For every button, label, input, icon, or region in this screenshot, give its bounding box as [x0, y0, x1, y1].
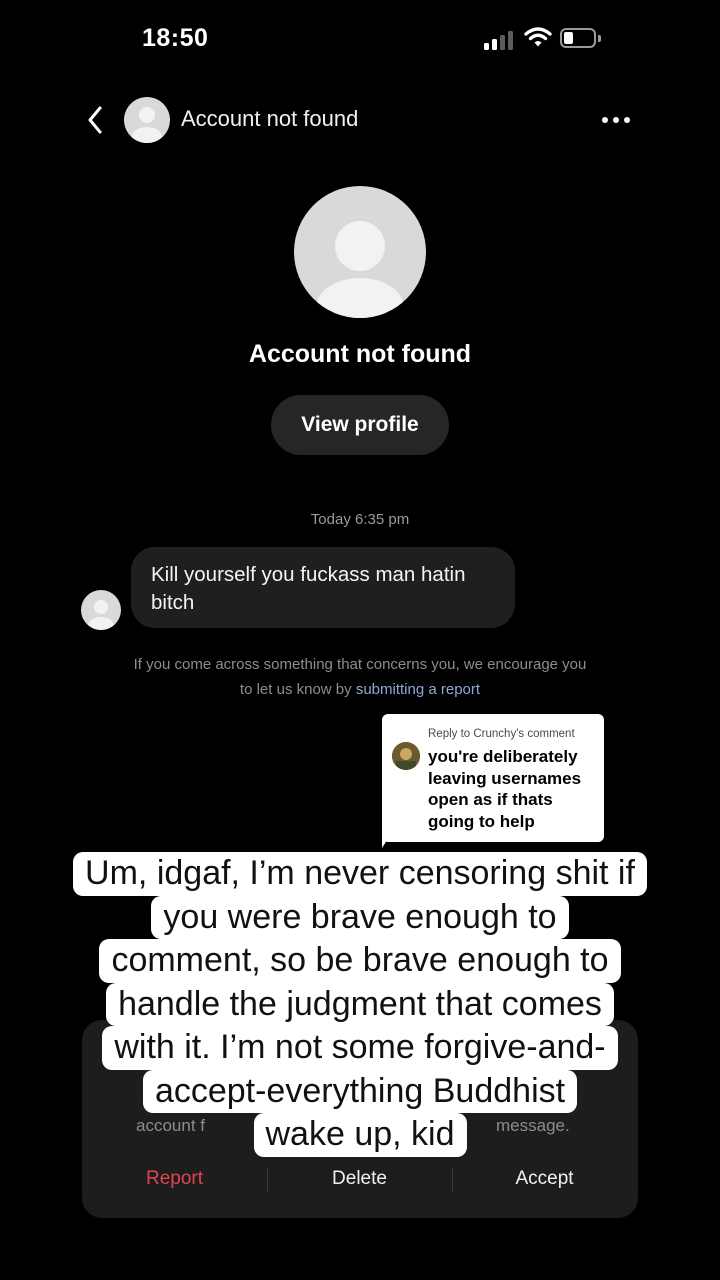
- caption-line: comment, so be brave enough to: [99, 939, 621, 983]
- cellular-signal-icon: [484, 30, 516, 50]
- report-button[interactable]: Report: [82, 1168, 267, 1190]
- default-avatar-icon: [88, 600, 114, 630]
- caption-line: accept-everything Buddhist: [142, 1069, 578, 1113]
- reply-sticker-tail: [382, 826, 396, 848]
- wifi-icon: [524, 27, 552, 47]
- battery-icon: [560, 28, 602, 50]
- status-time: 18:50: [142, 24, 209, 52]
- default-avatar-icon: [132, 107, 162, 143]
- caption-line: handle the judgment that comes: [106, 982, 614, 1026]
- commenter-avatar-image: [392, 742, 420, 770]
- more-options-icon[interactable]: [598, 110, 634, 130]
- caption-line: you were brave enough to: [151, 895, 569, 939]
- caption-overlay: Um, idgaf, I’m never censoring shit if y…: [30, 852, 690, 1157]
- profile-name: Account not found: [248, 340, 472, 368]
- header-avatar[interactable]: [124, 97, 170, 143]
- message-bubble[interactable]: Kill yourself you fuckass man hatin bitc…: [131, 547, 515, 628]
- header-title[interactable]: Account not found: [181, 106, 358, 132]
- reply-comment-text: you're deliberately leaving usernames op…: [428, 747, 582, 831]
- delete-button[interactable]: Delete: [267, 1168, 452, 1190]
- accept-button[interactable]: Accept: [452, 1168, 637, 1190]
- caption-line: wake up, kid: [253, 1113, 467, 1157]
- profile-avatar[interactable]: [294, 186, 426, 318]
- submit-report-link[interactable]: submitting a report: [356, 681, 480, 698]
- safety-notice: If you come across something that concer…: [130, 652, 590, 702]
- default-avatar-icon: [316, 221, 404, 318]
- commenter-avatar: [392, 742, 420, 770]
- caption-line: Um, idgaf, I’m never censoring shit if: [73, 852, 647, 896]
- message-timestamp: Today 6:35 pm: [310, 511, 410, 528]
- sender-avatar[interactable]: [81, 590, 121, 630]
- reply-header: Reply to Crunchy's comment: [428, 728, 575, 740]
- view-profile-button[interactable]: View profile: [271, 395, 449, 455]
- caption-line: with it. I’m not some forgive-and-: [102, 1026, 618, 1070]
- back-chevron-icon[interactable]: [84, 104, 108, 136]
